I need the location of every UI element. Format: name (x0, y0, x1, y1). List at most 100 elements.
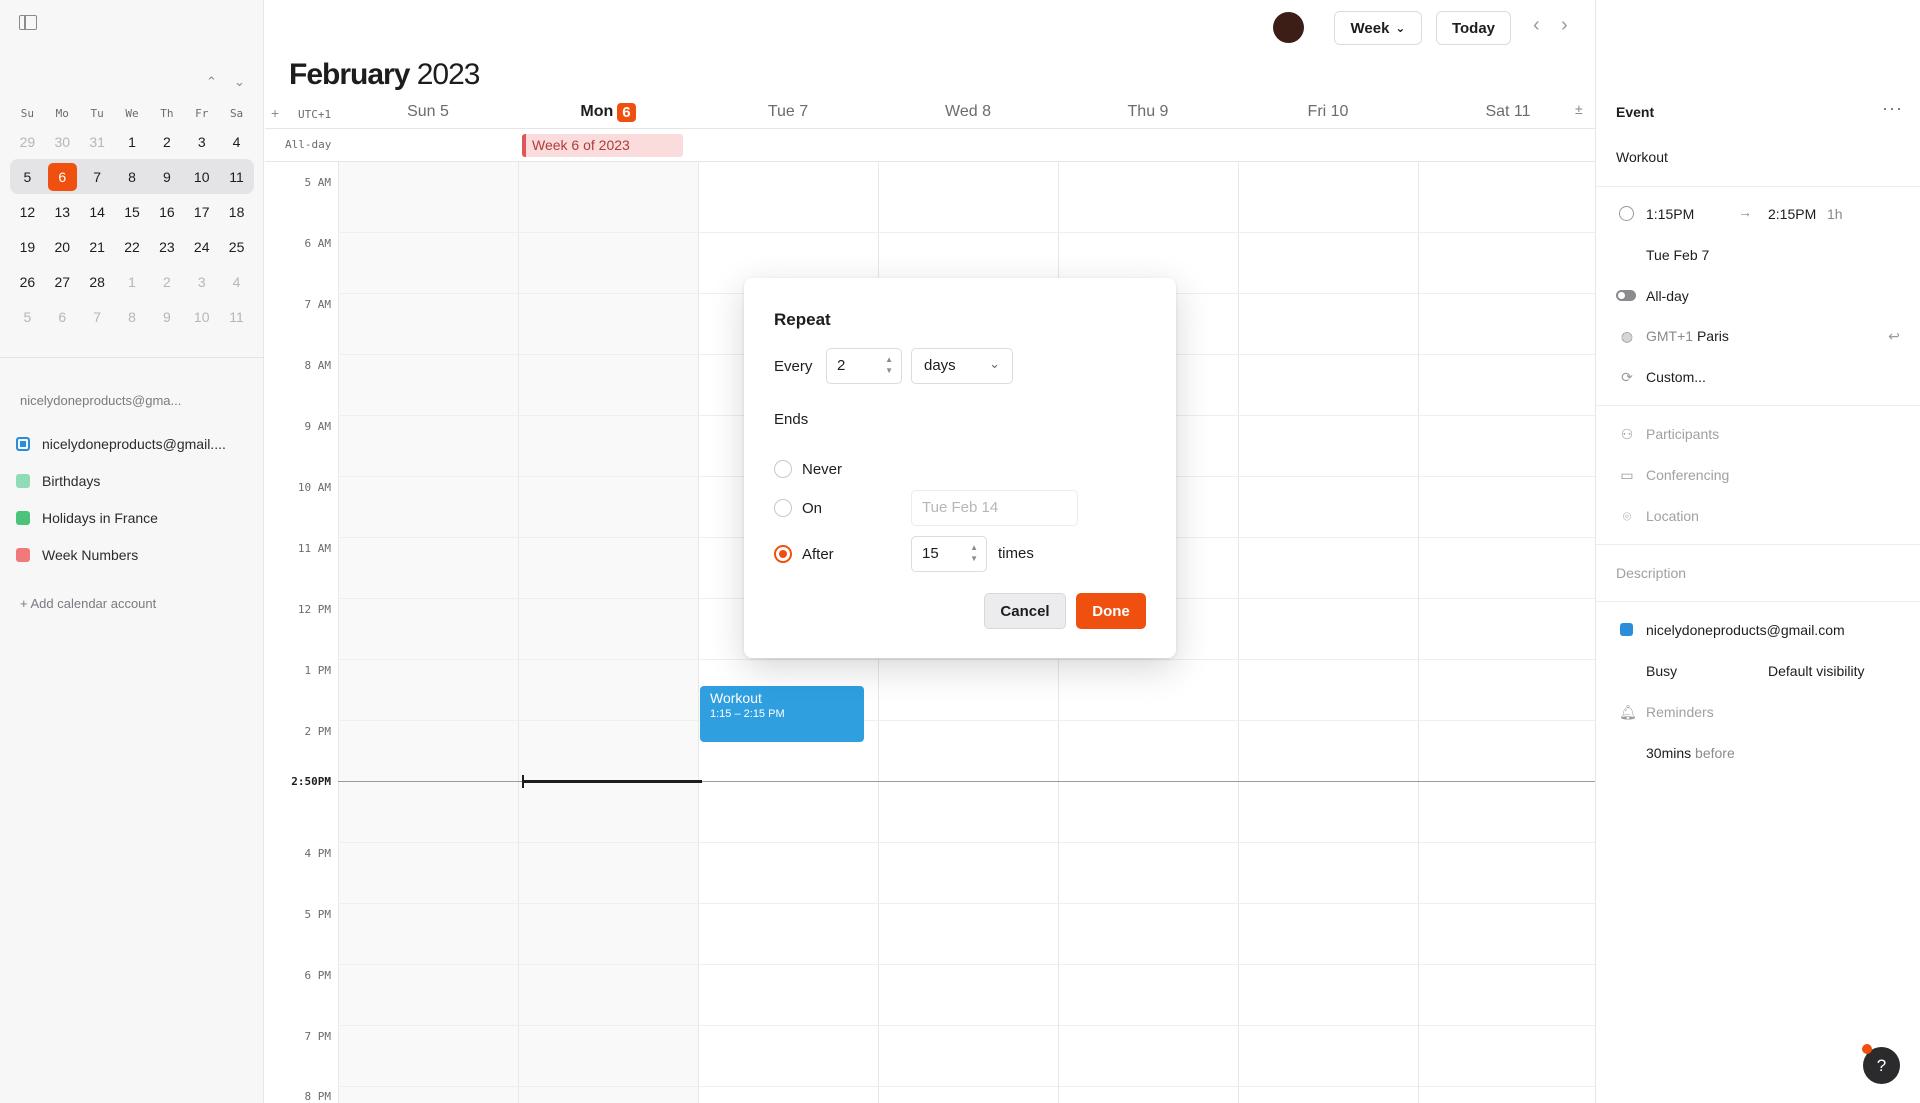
day-column-sun[interactable] (338, 162, 518, 1103)
mini-calendar-day[interactable]: 30 (45, 134, 80, 150)
ends-on-option[interactable]: On (774, 494, 822, 522)
occurrences-stepper[interactable]: 15 ▲ ▼ (911, 536, 987, 572)
participants-field[interactable]: Participants (1646, 426, 1719, 442)
mini-calendar-day[interactable]: 31 (80, 134, 115, 150)
mini-calendar-day[interactable]: 11 (219, 169, 254, 185)
more-options-icon[interactable]: ··· (1882, 98, 1903, 119)
busy-field[interactable]: Busy (1646, 663, 1677, 679)
mini-calendar-day[interactable]: 29 (10, 134, 45, 150)
day-column-sat[interactable] (1418, 162, 1598, 1103)
mini-calendar-day[interactable]: 5 (10, 169, 45, 185)
mini-calendar-day[interactable]: 21 (80, 239, 115, 255)
day-header-tue[interactable]: Tue 7 (698, 100, 878, 124)
mini-calendar-day[interactable]: 17 (184, 204, 219, 220)
mini-calendar-day[interactable]: 3 (184, 274, 219, 290)
end-date-input[interactable]: Tue Feb 14 (911, 490, 1078, 526)
mini-calendar-day[interactable]: 16 (149, 204, 184, 220)
mini-calendar-today[interactable]: 6 (47, 162, 77, 191)
day-header-sun[interactable]: Sun 5 (338, 100, 518, 124)
conferencing-field[interactable]: Conferencing (1646, 467, 1729, 483)
mini-calendar-day[interactable]: 25 (219, 239, 254, 255)
event-name-field[interactable]: Workout (1616, 149, 1668, 165)
timezone-field[interactable]: GMT+1 Paris (1646, 328, 1729, 344)
add-calendar-account-button[interactable]: + Add calendar account (20, 596, 156, 611)
mini-calendar-day[interactable]: 5 (10, 309, 45, 325)
avatar[interactable] (1273, 12, 1304, 43)
stepper-arrows-icon[interactable]: ▲ ▼ (970, 542, 978, 564)
calendar-field[interactable]: nicelydoneproducts@gmail.com (1646, 622, 1845, 638)
mini-calendar-day[interactable]: 11 (219, 309, 254, 325)
day-header-fri[interactable]: Fri 10 (1238, 100, 1418, 124)
day-column-mon[interactable] (518, 162, 698, 1103)
visibility-field[interactable]: Default visibility (1768, 663, 1864, 679)
location-field[interactable]: Location (1646, 508, 1699, 524)
mini-calendar-day[interactable]: 19 (10, 239, 45, 255)
mini-calendar-day[interactable]: 2 (149, 134, 184, 150)
mini-calendar-day[interactable]: 13 (45, 204, 80, 220)
view-select-button[interactable]: Week ⌄ (1334, 11, 1422, 45)
mini-calendar-day[interactable]: 1 (115, 134, 150, 150)
mini-calendar-day[interactable]: 10 (184, 169, 219, 185)
every-stepper[interactable]: 2 ▲ ▼ (826, 348, 902, 384)
day-header-thu[interactable]: Thu 9 (1058, 100, 1238, 124)
allday-toggle[interactable] (1616, 290, 1636, 301)
start-time[interactable]: 1:15PM (1646, 206, 1694, 222)
mini-calendar-day[interactable]: 8 (115, 309, 150, 325)
previous-week-icon[interactable]: ‹ (1533, 14, 1540, 37)
mini-calendar-day[interactable]: 7 (80, 169, 115, 185)
radio-after[interactable] (774, 545, 792, 563)
chevron-up-icon[interactable]: ⌃ (206, 74, 217, 90)
calendar-item-birthdays[interactable]: Birthdays (16, 462, 226, 499)
week-number-chip[interactable]: Week 6 of 2023 (522, 134, 683, 157)
calendar-checkbox-icon[interactable] (16, 510, 30, 525)
end-time[interactable]: 2:15PM (1768, 206, 1816, 222)
day-column-fri[interactable] (1238, 162, 1418, 1103)
add-timezone-icon[interactable]: + (271, 105, 279, 121)
calendar-item-primary[interactable]: nicelydoneproducts@gmail.... (16, 425, 226, 462)
calendar-checkbox-icon[interactable] (16, 436, 30, 451)
mini-calendar-day[interactable]: 24 (184, 239, 219, 255)
mini-calendar-day[interactable]: 27 (45, 274, 80, 290)
ends-never-option[interactable]: Never (774, 455, 842, 483)
calendar-item-week-numbers[interactable]: Week Numbers (16, 536, 226, 573)
expand-icon[interactable]: ± (1575, 101, 1583, 117)
mini-calendar-day[interactable]: 14 (80, 204, 115, 220)
mini-calendar-day[interactable]: 23 (149, 239, 184, 255)
reminder-item[interactable]: 30mins before (1646, 745, 1735, 761)
mini-calendar-day[interactable]: 22 (115, 239, 150, 255)
mini-calendar-day[interactable]: 15 (115, 204, 150, 220)
ends-after-option[interactable]: After (774, 540, 834, 568)
cancel-button[interactable]: Cancel (984, 593, 1066, 629)
repeat-field[interactable]: Custom... (1646, 369, 1706, 385)
event-date[interactable]: Tue Feb 7 (1646, 247, 1709, 263)
chevron-down-icon[interactable]: ⌄ (234, 74, 245, 90)
mini-calendar-day[interactable]: 10 (184, 309, 219, 325)
mini-calendar-day[interactable]: 6 (45, 309, 80, 325)
mini-calendar-day[interactable]: 1 (115, 274, 150, 290)
description-field[interactable]: Description (1616, 565, 1686, 581)
mini-calendar-day[interactable]: 4 (219, 274, 254, 290)
sidebar-toggle-icon[interactable] (19, 15, 37, 30)
mini-calendar-day[interactable]: 4 (219, 134, 254, 150)
done-button[interactable]: Done (1076, 593, 1146, 629)
undo-icon[interactable]: ↩ (1886, 328, 1902, 344)
mini-calendar-day[interactable]: 12 (10, 204, 45, 220)
mini-calendar-day[interactable]: 2 (149, 274, 184, 290)
mini-calendar-day[interactable]: 28 (80, 274, 115, 290)
calendar-checkbox-icon[interactable] (16, 473, 30, 488)
interval-unit-select[interactable]: days ⌄ (911, 348, 1013, 384)
event-block-workout[interactable]: Workout 1:15 – 2:15 PM (700, 686, 864, 742)
mini-calendar-day[interactable]: 18 (219, 204, 254, 220)
mini-calendar-day[interactable]: 9 (149, 309, 184, 325)
calendar-item-holidays[interactable]: Holidays in France (16, 499, 226, 536)
stepper-arrows-icon[interactable]: ▲ ▼ (885, 354, 893, 376)
day-header-sat[interactable]: Sat 11 (1418, 100, 1598, 124)
radio-on[interactable] (774, 499, 792, 517)
radio-never[interactable] (774, 460, 792, 478)
day-header-mon[interactable]: Mon 6 (518, 100, 698, 124)
day-header-wed[interactable]: Wed 8 (878, 100, 1058, 124)
mini-calendar-day[interactable]: 8 (115, 169, 150, 185)
mini-calendar-day[interactable]: 26 (10, 274, 45, 290)
next-week-icon[interactable]: › (1561, 14, 1568, 37)
mini-calendar-day[interactable]: 20 (45, 239, 80, 255)
